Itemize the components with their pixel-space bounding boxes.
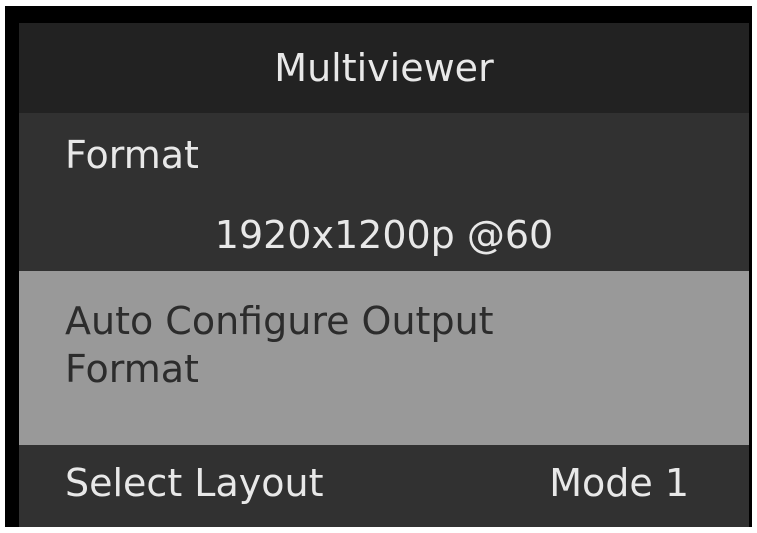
auto-configure-output-format-item[interactable]: Auto Configure Output Format [19,271,749,445]
format-value: 1920x1200p @60 [214,213,554,257]
menu-title: Multiviewer [274,46,494,90]
select-layout-item[interactable]: Select Layout Mode 1 [19,445,749,527]
format-section[interactable]: Format 1920x1200p @60 [19,113,749,271]
select-layout-value: Mode 1 [549,461,689,505]
format-label: Format [65,133,199,177]
device-screen-frame: Multiviewer Format 1920x1200p @60 Auto C… [5,6,752,527]
multiviewer-menu-panel: Multiviewer Format 1920x1200p @60 Auto C… [19,23,749,527]
select-layout-label: Select Layout [65,461,324,505]
menu-header: Multiviewer [19,23,749,113]
auto-configure-label: Auto Configure Output Format [65,299,494,391]
